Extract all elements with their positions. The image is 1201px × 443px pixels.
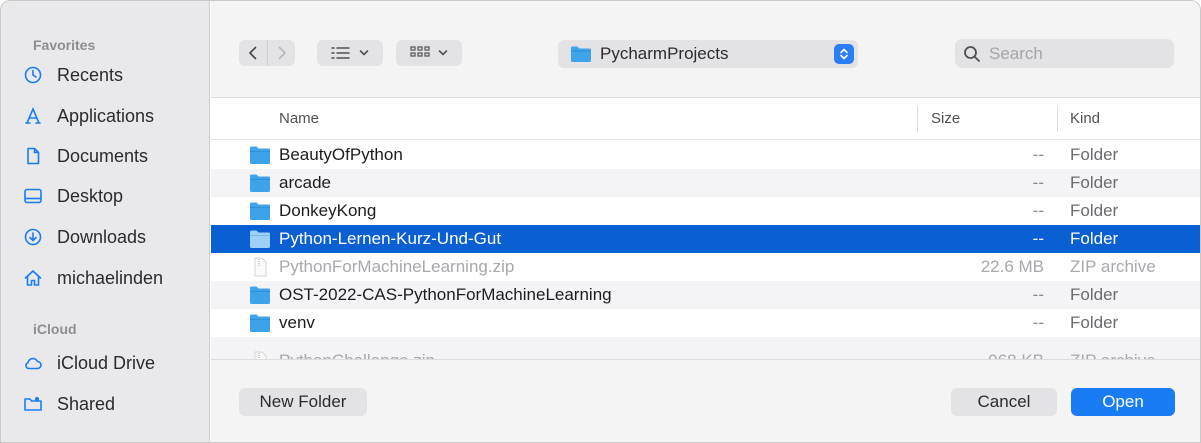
download-icon (21, 225, 45, 249)
new-folder-button[interactable]: New Folder (239, 388, 367, 416)
file-kind: Folder (1070, 313, 1119, 332)
file-kind: Folder (1070, 145, 1119, 164)
table-row: PythonChallenge.zip 968 KB ZIP archive (211, 337, 1200, 359)
file-name: DonkeyKong (279, 201, 377, 220)
file-size: -- (1032, 173, 1044, 192)
search-input[interactable] (989, 43, 1159, 64)
column-header-size[interactable]: Size (931, 110, 960, 127)
sidebar-section-icloud: iCloud (33, 321, 77, 337)
folder-icon (250, 202, 270, 220)
table-row[interactable]: DonkeyKong -- Folder (211, 197, 1200, 225)
file-size: -- (1032, 145, 1044, 164)
location-stepper (834, 44, 854, 64)
table-row[interactable]: venv -- Folder (211, 309, 1200, 337)
sidebar-item-label: Applications (57, 105, 155, 126)
chevron-left-icon (249, 46, 257, 60)
clock-icon (21, 63, 45, 87)
chevron-right-icon (278, 46, 286, 60)
table-row[interactable]: OST-2022-CAS-PythonForMachineLearning --… (211, 281, 1200, 309)
location-label: PycharmProjects (600, 44, 729, 63)
file-size: 22.6 MB (980, 257, 1044, 276)
applications-icon (21, 104, 45, 128)
zip-file-icon (254, 351, 267, 359)
sidebar-item-label: Desktop (57, 185, 124, 206)
folder-icon (250, 146, 270, 164)
table-header: Name Size Kind (211, 98, 1200, 140)
desktop-icon (21, 184, 45, 208)
file-name: arcade (279, 173, 331, 192)
folder-icon (250, 174, 270, 192)
sidebar: Favorites Recents Applications Documents… (1, 1, 210, 442)
sidebar-item-label: Shared (57, 393, 116, 414)
file-name: OST-2022-CAS-PythonForMachineLearning (279, 285, 612, 304)
chevron-down-icon (438, 50, 448, 56)
table-row[interactable]: arcade -- Folder (211, 169, 1200, 197)
file-kind: ZIP archive (1070, 351, 1156, 359)
grid-view-icon (410, 46, 430, 57)
shared-folder-icon (21, 392, 45, 416)
sidebar-item-downloads[interactable]: Downloads (21, 220, 206, 254)
folder-icon (250, 230, 270, 248)
file-name: venv (279, 313, 315, 332)
forward-button[interactable] (267, 40, 295, 66)
search-icon (964, 45, 980, 62)
zip-file-icon (254, 257, 267, 277)
sidebar-item-desktop[interactable]: Desktop (21, 179, 206, 213)
sidebar-item-recents[interactable]: Recents (21, 58, 206, 92)
file-name: PythonForMachineLearning.zip (279, 257, 515, 276)
location-popup[interactable]: PycharmProjects (558, 40, 858, 68)
file-kind: Folder (1070, 285, 1119, 304)
sidebar-section-favorites: Favorites (33, 37, 96, 53)
sidebar-item-applications[interactable]: Applications (21, 99, 206, 133)
open-button[interactable]: Open (1071, 388, 1175, 416)
up-down-chevron-icon (840, 48, 848, 60)
chevron-down-icon (359, 50, 369, 56)
column-divider (917, 106, 918, 132)
document-icon (21, 144, 45, 168)
file-size: -- (1032, 201, 1044, 220)
folder-icon (250, 286, 270, 304)
table-row[interactable]: BeautyOfPython -- Folder (211, 141, 1200, 169)
sidebar-item-shared[interactable]: Shared (21, 387, 206, 421)
column-header-name[interactable]: Name (279, 110, 319, 127)
table-row-selected[interactable]: Python-Lernen-Kurz-Und-Gut -- Folder (211, 225, 1200, 253)
back-button[interactable] (239, 40, 267, 66)
sidebar-item-label: Downloads (57, 226, 147, 247)
cloud-icon (21, 351, 45, 375)
cancel-button[interactable]: Cancel (951, 388, 1057, 416)
sidebar-item-icloud-drive[interactable]: iCloud Drive (21, 346, 206, 380)
sidebar-item-home[interactable]: michaelinden (21, 261, 206, 295)
sidebar-item-label: iCloud Drive (57, 352, 156, 373)
file-name: Python-Lernen-Kurz-Und-Gut (279, 229, 502, 248)
file-size: 968 KB (988, 351, 1044, 359)
file-size: -- (1032, 229, 1044, 248)
main-panel: PycharmProjects Name Size Kind BeautyOfP… (211, 1, 1200, 442)
search-field[interactable] (955, 39, 1174, 68)
column-header-kind[interactable]: Kind (1070, 110, 1100, 127)
column-divider (1057, 106, 1058, 132)
file-size: -- (1032, 285, 1044, 304)
sidebar-item-label: michaelinden (57, 267, 164, 288)
file-name: BeautyOfPython (279, 145, 403, 164)
open-file-dialog: Favorites Recents Applications Documents… (0, 0, 1201, 443)
sidebar-item-label: Recents (57, 64, 124, 85)
file-name: PythonChallenge.zip (279, 351, 435, 359)
file-kind: ZIP archive (1070, 257, 1156, 276)
file-kind: Folder (1070, 229, 1119, 248)
grid-view-button[interactable] (396, 40, 462, 66)
folder-icon (250, 314, 270, 332)
nav-buttons (239, 40, 295, 66)
file-size: -- (1032, 313, 1044, 332)
list-view-button[interactable] (317, 40, 383, 66)
table-row: PythonForMachineLearning.zip 22.6 MB ZIP… (211, 253, 1200, 281)
home-icon (21, 266, 45, 290)
sidebar-item-label: Documents (57, 145, 149, 166)
file-kind: Folder (1070, 173, 1119, 192)
list-view-icon (331, 47, 350, 59)
sidebar-item-documents[interactable]: Documents (21, 139, 206, 173)
file-list: Name Size Kind BeautyOfPython -- Folder … (211, 97, 1200, 360)
folder-icon (571, 46, 591, 62)
file-kind: Folder (1070, 201, 1119, 220)
